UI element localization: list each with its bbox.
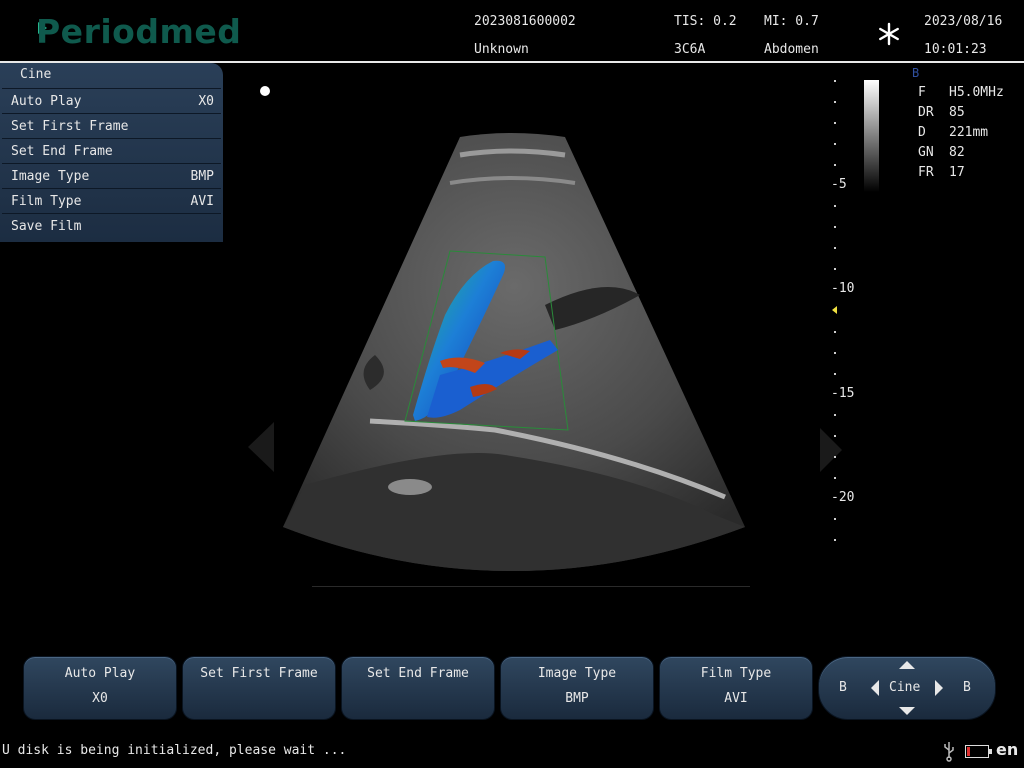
cine-menu: Cine Auto Play X0 Set First Frame Set En… — [0, 63, 223, 242]
film-type-button[interactable]: Film Type AVI — [659, 656, 813, 720]
button-label: Set First Frame — [200, 666, 318, 681]
menu-item-label: Set First Frame — [11, 119, 129, 134]
scale-tick — [834, 205, 836, 207]
patient-id: 2023081600002 — [474, 14, 576, 29]
nav-right-label: B — [963, 680, 971, 695]
menu-item-label: Set End Frame — [11, 144, 113, 159]
param-key-fr: FR — [918, 165, 934, 180]
ultrasound-image[interactable] — [245, 125, 765, 599]
param-value-frequency: H5.0MHz — [949, 85, 1004, 100]
auto-play-button[interactable]: Auto Play X0 — [23, 656, 177, 720]
scale-tick — [834, 435, 836, 437]
depth-label-10: -10 — [831, 281, 855, 296]
set-first-frame-button[interactable]: Set First Frame — [182, 656, 336, 720]
scale-tick — [834, 518, 836, 520]
param-key-gn: GN — [918, 145, 934, 160]
menu-item-value: X0 — [198, 94, 214, 109]
menu-item-set-first-frame[interactable]: Set First Frame — [2, 113, 221, 138]
usb-icon — [943, 740, 955, 762]
menu-item-label: Film Type — [11, 194, 82, 209]
exam-time: 10:01:23 — [924, 42, 987, 57]
nav-center-label: Cine — [889, 680, 921, 695]
scale-tick — [834, 373, 836, 375]
param-value-gain: 82 — [949, 145, 965, 160]
scale-tick — [834, 247, 836, 249]
scale-tick — [834, 539, 836, 541]
scale-tick — [834, 226, 836, 228]
scale-tick — [834, 268, 836, 270]
nav-left-label: B — [839, 680, 847, 695]
nav-right-icon[interactable] — [935, 680, 943, 696]
nav-left-icon[interactable] — [871, 680, 879, 696]
menu-item-image-type[interactable]: Image Type BMP — [2, 163, 221, 188]
scale-tick — [834, 122, 836, 124]
depth-label-5: -5 — [831, 177, 847, 192]
nav-up-icon[interactable] — [899, 661, 915, 669]
button-value: BMP — [565, 691, 589, 706]
button-label: Set End Frame — [367, 666, 469, 681]
param-key-dr: DR — [918, 105, 934, 120]
input-language-indicator[interactable]: en — [996, 740, 1018, 759]
tis-value: TIS: 0.2 — [674, 14, 737, 29]
scale-tick — [834, 80, 836, 82]
param-value-depth: 221mm — [949, 125, 989, 140]
menu-item-value: AVI — [190, 194, 214, 209]
patient-name: Unknown — [474, 42, 529, 57]
nav-down-icon[interactable] — [899, 707, 915, 715]
freeze-snowflake-icon — [877, 22, 901, 46]
scale-tick — [834, 414, 836, 416]
param-key-d: D — [918, 125, 926, 140]
probe-model: 3C6A — [674, 42, 706, 57]
scale-tick — [834, 164, 836, 166]
status-message: U disk is being initialized, please wait… — [2, 743, 347, 758]
scale-tick — [834, 331, 836, 333]
menu-item-set-end-frame[interactable]: Set End Frame — [2, 138, 221, 163]
battery-icon — [965, 745, 992, 758]
scale-tick — [834, 101, 836, 103]
button-label: Image Type — [537, 666, 617, 681]
cursor-marker-dot — [260, 86, 270, 96]
depth-label-15: -15 — [831, 386, 855, 401]
image-type-button[interactable]: Image Type BMP — [500, 656, 654, 720]
menu-item-value: BMP — [190, 169, 214, 184]
button-label: Auto Play — [64, 666, 136, 681]
cine-navigation-control[interactable]: B Cine B — [818, 656, 996, 720]
grayscale-bar — [864, 80, 879, 192]
menu-item-auto-play[interactable]: Auto Play X0 — [2, 88, 221, 113]
left-edge-marker-icon — [248, 422, 274, 472]
menu-item-label: Save Film — [11, 219, 82, 234]
image-baseline — [312, 586, 750, 587]
depth-scale: -5 -10 -15 -20 — [830, 75, 860, 545]
menu-item-save-film[interactable]: Save Film — [2, 213, 221, 238]
scale-tick — [834, 456, 836, 458]
focus-marker-icon — [832, 306, 837, 314]
set-end-frame-button[interactable]: Set End Frame — [341, 656, 495, 720]
scale-tick — [834, 352, 836, 354]
param-key-f: F — [918, 85, 926, 100]
brand-logo: Periodmed — [36, 12, 242, 51]
menu-item-label: Auto Play — [11, 94, 82, 109]
button-label: Film Type — [700, 666, 772, 681]
menu-item-film-type[interactable]: Film Type AVI — [2, 188, 221, 213]
menu-item-label: Image Type — [11, 169, 90, 184]
button-value: AVI — [724, 691, 748, 706]
scale-tick — [834, 143, 836, 145]
param-value-dynamic-range: 85 — [949, 105, 965, 120]
param-value-frame-rate: 17 — [949, 165, 965, 180]
mi-value: MI: 0.7 — [764, 14, 819, 29]
button-value: X0 — [92, 691, 108, 706]
exam-date: 2023/08/16 — [924, 14, 1003, 29]
exam-preset: Abdomen — [764, 42, 819, 57]
scale-tick — [834, 477, 836, 479]
cine-menu-title: Cine — [20, 67, 52, 82]
depth-label-20: -20 — [831, 490, 855, 505]
mode-label: B — [912, 66, 920, 80]
